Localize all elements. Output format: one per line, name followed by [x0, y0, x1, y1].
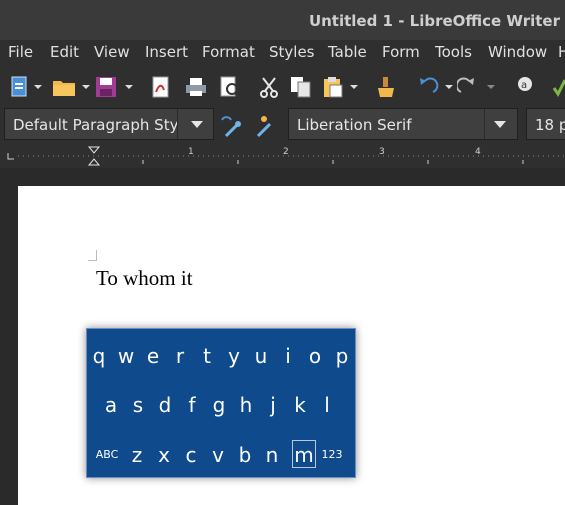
new-style-icon[interactable] — [250, 114, 276, 138]
key-e[interactable]: e — [141, 342, 165, 370]
export-pdf-icon[interactable] — [150, 76, 172, 98]
key-u[interactable]: u — [249, 342, 273, 370]
new-document-icon[interactable] — [10, 76, 44, 98]
key-o[interactable]: o — [303, 342, 327, 370]
open-folder-icon[interactable] — [52, 76, 92, 98]
clone-formatting-icon[interactable] — [375, 76, 397, 98]
key-d[interactable]: d — [153, 391, 177, 419]
menu-table[interactable]: Table — [328, 43, 367, 61]
document-text[interactable]: To whom it — [96, 266, 193, 291]
ruler-number: 1 — [188, 147, 194, 157]
menu-format[interactable]: Format — [202, 43, 255, 61]
ruler-number: 3 — [379, 147, 385, 157]
font-size-value: 18 p — [535, 116, 565, 134]
key-j[interactable]: j — [261, 391, 285, 419]
key-abc[interactable]: ABC — [92, 441, 122, 469]
print-icon[interactable] — [185, 76, 207, 98]
cut-icon[interactable] — [258, 76, 280, 98]
menu-styles[interactable]: Styles — [269, 43, 315, 61]
key-i[interactable]: i — [276, 342, 300, 370]
paragraph-style-combo[interactable]: Default Paragraph Sty — [4, 108, 214, 140]
menu-insert[interactable]: Insert — [145, 43, 188, 61]
print-preview-icon[interactable] — [219, 76, 241, 98]
insert-special-icon[interactable] — [552, 76, 565, 98]
key-l[interactable]: l — [315, 391, 339, 419]
paste-icon[interactable] — [322, 76, 362, 98]
text-boundary-marker — [88, 250, 97, 261]
key-p[interactable]: p — [330, 342, 354, 370]
chevron-down-icon — [191, 121, 203, 128]
standard-toolbar: a — [0, 70, 565, 104]
font-name-value: Liberation Serif — [297, 116, 412, 134]
menu-file[interactable]: File — [8, 43, 33, 61]
title-bar: Untitled 1 - LibreOffice Writer — [0, 0, 565, 40]
on-screen-keyboard: q w e r t y u i o p a s d f g h j k l AB… — [86, 328, 356, 478]
formatting-toolbar: Default Paragraph Sty Liberation Serif 1… — [0, 106, 565, 142]
key-z[interactable]: z — [125, 441, 149, 469]
update-style-icon[interactable] — [218, 114, 244, 138]
key-a[interactable]: a — [99, 391, 123, 419]
svg-text:a: a — [521, 80, 527, 91]
ruler-number: 2 — [283, 147, 289, 157]
font-size-combo[interactable]: 18 p — [526, 108, 565, 140]
window-title: Untitled 1 - LibreOffice Writer — [308, 12, 560, 30]
font-name-combo[interactable]: Liberation Serif — [288, 108, 518, 140]
spelling-icon[interactable]: a — [515, 76, 537, 98]
menu-edit[interactable]: Edit — [50, 43, 79, 61]
key-c[interactable]: c — [179, 441, 203, 469]
key-y[interactable]: y — [222, 342, 246, 370]
undo-icon[interactable] — [415, 76, 455, 98]
key-x[interactable]: x — [152, 441, 176, 469]
menu-form[interactable]: Form — [382, 43, 420, 61]
key-k[interactable]: k — [288, 391, 312, 419]
copy-icon[interactable] — [290, 76, 312, 98]
key-g[interactable]: g — [207, 391, 231, 419]
menu-window[interactable]: Window — [488, 43, 547, 61]
key-n[interactable]: n — [260, 441, 284, 469]
horizontal-ruler[interactable]: 1 2 3 4 — [0, 145, 565, 167]
paragraph-style-value: Default Paragraph Sty — [13, 116, 178, 134]
key-b[interactable]: b — [233, 441, 257, 469]
key-s[interactable]: s — [126, 391, 150, 419]
menu-tools[interactable]: Tools — [435, 43, 472, 61]
key-v[interactable]: v — [206, 441, 230, 469]
menu-help[interactable]: H — [558, 43, 565, 61]
key-q[interactable]: q — [87, 342, 111, 370]
menu-bar: File Edit View Insert Format Styles Tabl… — [0, 40, 565, 64]
key-m-selected[interactable]: m — [292, 440, 316, 468]
menu-view[interactable]: View — [94, 43, 130, 61]
key-f[interactable]: f — [180, 391, 204, 419]
key-h[interactable]: h — [234, 391, 258, 419]
chevron-down-icon — [494, 121, 506, 128]
redo-icon[interactable] — [457, 76, 497, 98]
ruler-number: 4 — [475, 147, 481, 157]
key-r[interactable]: r — [168, 342, 192, 370]
save-icon[interactable] — [95, 76, 135, 98]
key-w[interactable]: w — [114, 342, 138, 370]
key-t[interactable]: t — [195, 342, 219, 370]
key-123[interactable]: 123 — [317, 441, 347, 469]
